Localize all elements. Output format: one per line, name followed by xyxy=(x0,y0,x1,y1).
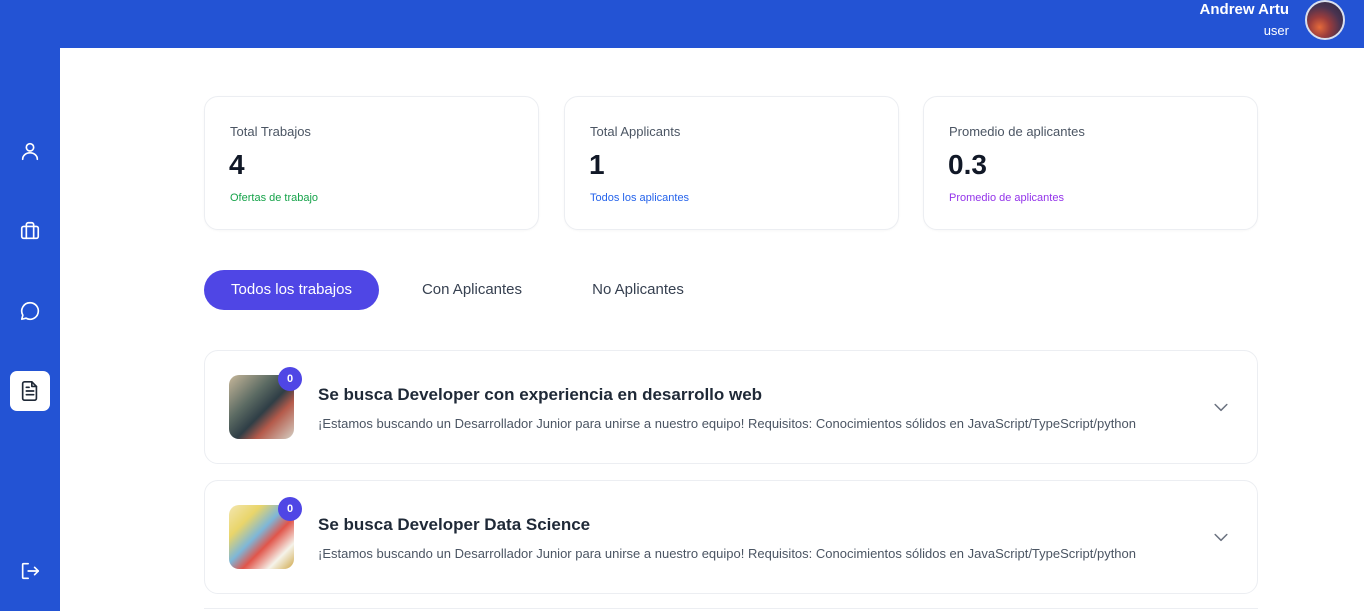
sidebar-item-logout[interactable] xyxy=(10,551,50,591)
document-icon xyxy=(21,381,38,401)
briefcase-icon xyxy=(20,221,40,240)
top-bar: Andrew Artu user xyxy=(0,0,1364,48)
sidebar-item-profile[interactable] xyxy=(10,131,50,171)
job-description: ¡Estamos buscando un Desarrollador Junio… xyxy=(318,416,1136,431)
stat-sublabel: Ofertas de trabajo xyxy=(230,192,319,204)
chevron-down-icon xyxy=(1214,403,1228,412)
sidebar xyxy=(0,0,60,611)
stat-card-average-applicants: Promedio de aplicantes 0.3 Promedio de a… xyxy=(923,96,1258,230)
chevron-down-icon xyxy=(1214,533,1228,542)
stat-label: Promedio de aplicantes xyxy=(949,124,1085,139)
job-card[interactable]: 0 Se busca Developer Data Science ¡Estam… xyxy=(204,480,1258,594)
tab-with-applicants[interactable]: Con Aplicantes xyxy=(400,270,544,310)
job-card[interactable]: 0 Se busca Developer con experiencia en … xyxy=(204,350,1258,464)
user-name: Andrew Artu xyxy=(1199,1,1289,18)
sidebar-item-jobs[interactable] xyxy=(10,211,50,251)
chat-icon xyxy=(20,301,40,321)
applicant-count-badge: 0 xyxy=(278,367,302,391)
stat-value: 1 xyxy=(589,149,605,180)
stat-card-total-jobs: Total Trabajos 4 Ofertas de trabajo xyxy=(204,96,539,230)
job-title: Se busca Developer con experiencia en de… xyxy=(318,385,763,404)
expand-button[interactable] xyxy=(1211,397,1231,417)
stat-sublabel: Promedio de aplicantes xyxy=(949,192,1064,204)
user-info: Andrew Artu user xyxy=(1200,0,1289,39)
stat-label: Total Trabajos xyxy=(230,124,311,139)
tab-all-jobs[interactable]: Todos los trabajos xyxy=(204,270,379,310)
stat-value: 4 xyxy=(229,149,245,180)
job-title: Se busca Developer Data Science xyxy=(318,515,591,534)
applicant-count-badge: 0 xyxy=(278,497,302,521)
stat-label: Total Applicants xyxy=(590,124,681,139)
stat-value: 0.3 xyxy=(948,149,987,180)
user-role: user xyxy=(1263,23,1289,38)
expand-button[interactable] xyxy=(1211,527,1231,547)
user-icon xyxy=(21,142,39,161)
logout-icon xyxy=(21,562,40,580)
sidebar-item-documents[interactable] xyxy=(10,371,50,411)
sidebar-item-messages[interactable] xyxy=(10,291,50,331)
stat-card-total-applicants: Total Applicants 1 Todos los aplicantes xyxy=(564,96,899,230)
job-description: ¡Estamos buscando un Desarrollador Junio… xyxy=(318,546,1136,561)
stat-sublabel: Todos los aplicantes xyxy=(590,192,690,204)
tab-no-applicants[interactable]: No Aplicantes xyxy=(568,270,708,310)
avatar[interactable] xyxy=(1305,0,1345,40)
